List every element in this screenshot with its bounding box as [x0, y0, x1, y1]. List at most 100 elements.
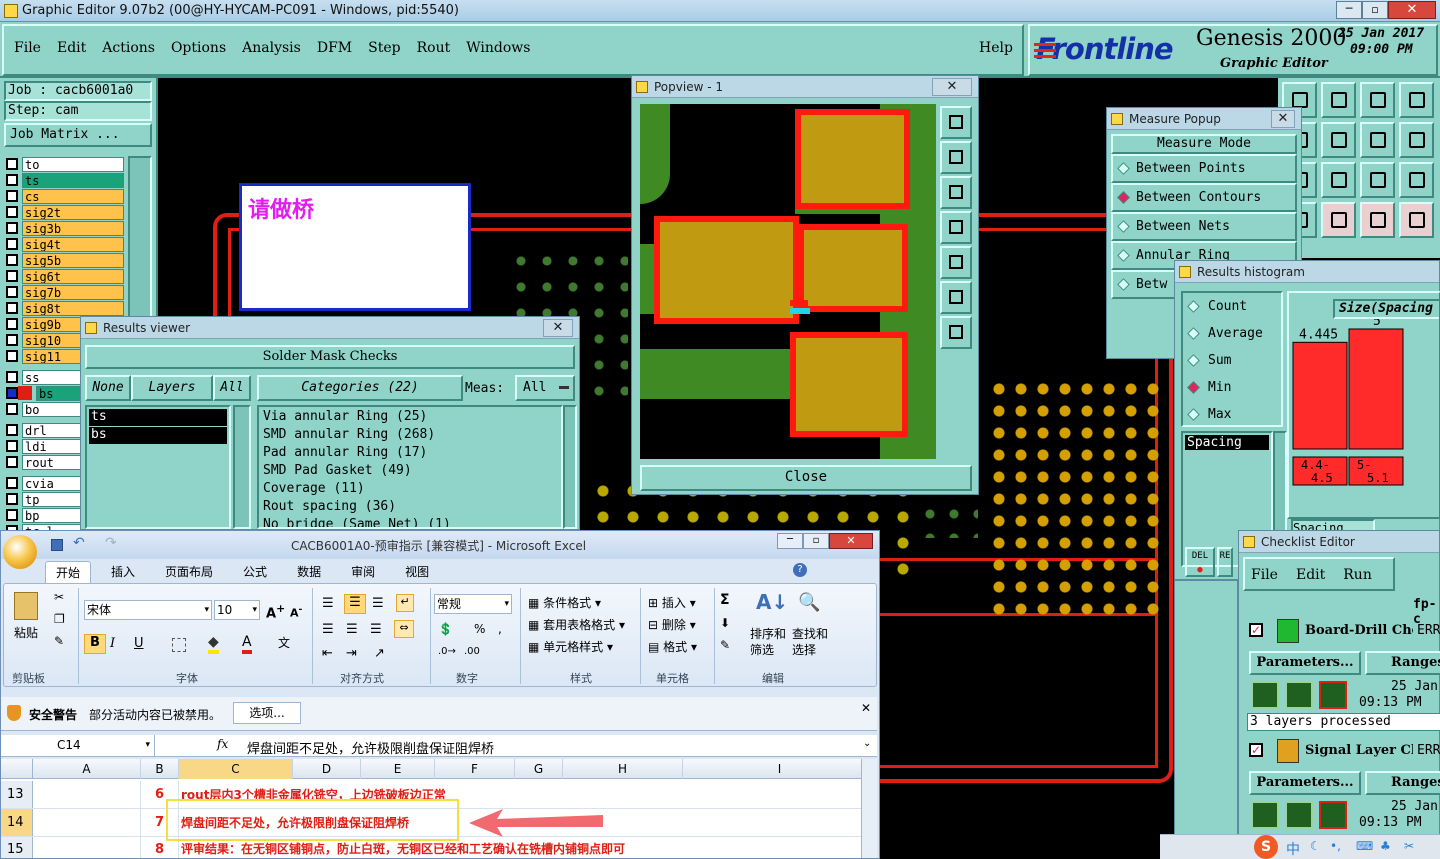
formula-expand-icon[interactable]: ⌄	[863, 738, 871, 749]
step-icon[interactable]	[1360, 162, 1395, 198]
layer-row[interactable]: sig6t	[6, 268, 124, 284]
ribbon-tab[interactable]: 审阅	[341, 561, 385, 585]
sort-filter-label[interactable]: 排序和 筛选	[750, 626, 786, 658]
snap-icon[interactable]	[1360, 122, 1395, 158]
category-item[interactable]: No bridge (Same Net) (1)	[263, 517, 557, 527]
undo-icon[interactable]: ↶	[73, 535, 85, 551]
quick-access-save-icon[interactable]	[51, 539, 63, 551]
menu-step[interactable]: Step	[368, 40, 400, 56]
comma-icon[interactable]: ,	[498, 622, 502, 636]
italic-button[interactable]: I	[110, 636, 115, 651]
align-center-icon[interactable]: ☰	[346, 622, 358, 637]
currency-icon[interactable]: 💲	[438, 622, 453, 636]
ribbon-tab[interactable]: 视图	[395, 561, 439, 585]
popview-close-button[interactable]: Close	[640, 465, 972, 491]
layer-row[interactable]: sig3b	[6, 220, 124, 236]
formula-input[interactable]: 焊盘间距不足处，允许极限削盘保证阻焊桥	[247, 738, 494, 757]
font-color-icon[interactable]: A	[242, 634, 252, 654]
layer-name[interactable]: ts	[22, 172, 124, 188]
row-header[interactable]: 14	[1, 809, 33, 836]
layer-checkbox[interactable]	[6, 286, 18, 298]
layer-checkbox[interactable]	[6, 206, 18, 218]
checklist-menu-file[interactable]: File	[1251, 567, 1278, 583]
layer-row[interactable]: to	[6, 156, 124, 172]
ribbon-tab[interactable]: 开始	[45, 561, 92, 585]
histogram-option[interactable]: Max	[1183, 401, 1281, 428]
zoom-layer-icon[interactable]	[1360, 82, 1395, 118]
menu-dfm[interactable]: DFM	[317, 40, 352, 56]
run-action-icon[interactable]	[1285, 801, 1313, 829]
layer-checkbox[interactable]	[6, 350, 18, 362]
pv-fit-icon[interactable]	[940, 281, 972, 314]
category-item[interactable]: Pad annular Ring (17)	[263, 445, 557, 463]
shrink-font-icon[interactable]: A-	[290, 604, 302, 620]
help-icon[interactable]: ?	[793, 563, 807, 577]
layer-checkbox[interactable]	[6, 318, 18, 330]
result-layer-item[interactable]: bs	[89, 427, 227, 444]
note-box[interactable]: 请做桥	[239, 183, 471, 311]
layer-row[interactable]: sig4t	[6, 236, 124, 252]
category-item[interactable]: Coverage (11)	[263, 481, 557, 499]
security-close-icon[interactable]: ✕	[861, 701, 871, 715]
fill-icon[interactable]: ⬇	[720, 616, 730, 630]
layer-checkbox[interactable]	[6, 477, 18, 489]
increase-decimal-icon[interactable]: .0→	[438, 646, 456, 657]
menu-file[interactable]: File	[14, 40, 41, 56]
pv-reset-icon[interactable]	[940, 316, 972, 349]
column-header[interactable]: A	[33, 759, 141, 779]
run-action-icon[interactable]	[1319, 801, 1347, 829]
cell-a[interactable]	[33, 809, 141, 836]
menu-rout[interactable]: Rout	[417, 40, 451, 56]
office-button[interactable]	[3, 535, 37, 569]
conditional-format-button[interactable]: ▦ 条件格式 ▾	[528, 594, 601, 611]
decrease-decimal-icon[interactable]: .00	[464, 646, 480, 657]
pv-right-icon[interactable]	[940, 246, 972, 279]
find-select-label[interactable]: 查找和 选择	[792, 626, 828, 658]
ribbon-tab[interactable]: 公式	[233, 561, 277, 585]
layer-checkbox[interactable]	[6, 456, 18, 468]
help-menu[interactable]: Help	[979, 40, 1013, 56]
all-button[interactable]: All	[213, 375, 251, 401]
cell-style-button[interactable]: ▦ 单元格样式 ▾	[528, 638, 613, 655]
insert-cells-button[interactable]: ⊞ 插入 ▾	[648, 594, 696, 611]
category-item[interactable]: SMD annular Ring (268)	[263, 427, 557, 445]
excel-maximize-button[interactable]: ▫	[803, 533, 829, 549]
grid2-icon[interactable]	[1321, 202, 1356, 238]
column-header[interactable]: I	[683, 759, 877, 779]
measure-icon[interactable]	[1399, 82, 1434, 118]
help-icon[interactable]	[1399, 162, 1434, 198]
results-viewer-close-button[interactable]: ✕	[543, 319, 573, 337]
ime-skin-icon[interactable]: ♣	[1380, 839, 1391, 853]
popview-canvas[interactable]	[640, 104, 936, 459]
layer-name[interactable]: sig2t	[22, 204, 124, 220]
histogram-bar[interactable]	[1348, 328, 1404, 450]
layer-name[interactable]: sig6t	[22, 268, 124, 284]
category-scrollbar[interactable]	[563, 405, 577, 529]
ribbon-tab[interactable]: 页面布局	[155, 561, 223, 585]
ranges-button[interactable]: Ranges	[1365, 651, 1440, 675]
percent-icon[interactable]: %	[474, 622, 485, 636]
indent-increase-icon[interactable]: ⇥	[346, 646, 357, 661]
ribbon-tab[interactable]: 插入	[101, 561, 145, 585]
sogou-icon[interactable]: S	[1254, 835, 1278, 859]
layer-checkbox[interactable]	[6, 493, 18, 505]
parameters-button[interactable]: Parameters...	[1249, 651, 1361, 675]
layer-result-list[interactable]: ts bs	[85, 405, 231, 529]
pan-icon[interactable]	[1321, 122, 1356, 158]
meas-dropdown[interactable]: All	[515, 375, 575, 401]
layer-checkbox[interactable]	[6, 302, 18, 314]
column-header[interactable]: H	[563, 759, 683, 779]
category-item[interactable]: Rout spacing (36)	[263, 499, 557, 517]
layer-checkbox[interactable]	[6, 222, 18, 234]
column-header[interactable]: D	[293, 759, 361, 779]
layer-name[interactable]: sig8t	[22, 300, 124, 316]
excel-close-button[interactable]: ✕	[829, 533, 873, 549]
wrap-text-icon[interactable]: ↵	[396, 594, 414, 612]
ime-mode-icon[interactable]: 中	[1286, 839, 1300, 859]
format-cells-button[interactable]: ▤ 格式 ▾	[648, 638, 697, 655]
row-header[interactable]: 13	[1, 781, 33, 808]
checklist-item-checkbox[interactable]: ✓	[1249, 623, 1263, 637]
zoom-in-icon[interactable]	[1321, 82, 1356, 118]
name-box[interactable]: C14 ▾	[1, 735, 155, 757]
align-bottom-icon[interactable]: ☰	[372, 596, 384, 611]
